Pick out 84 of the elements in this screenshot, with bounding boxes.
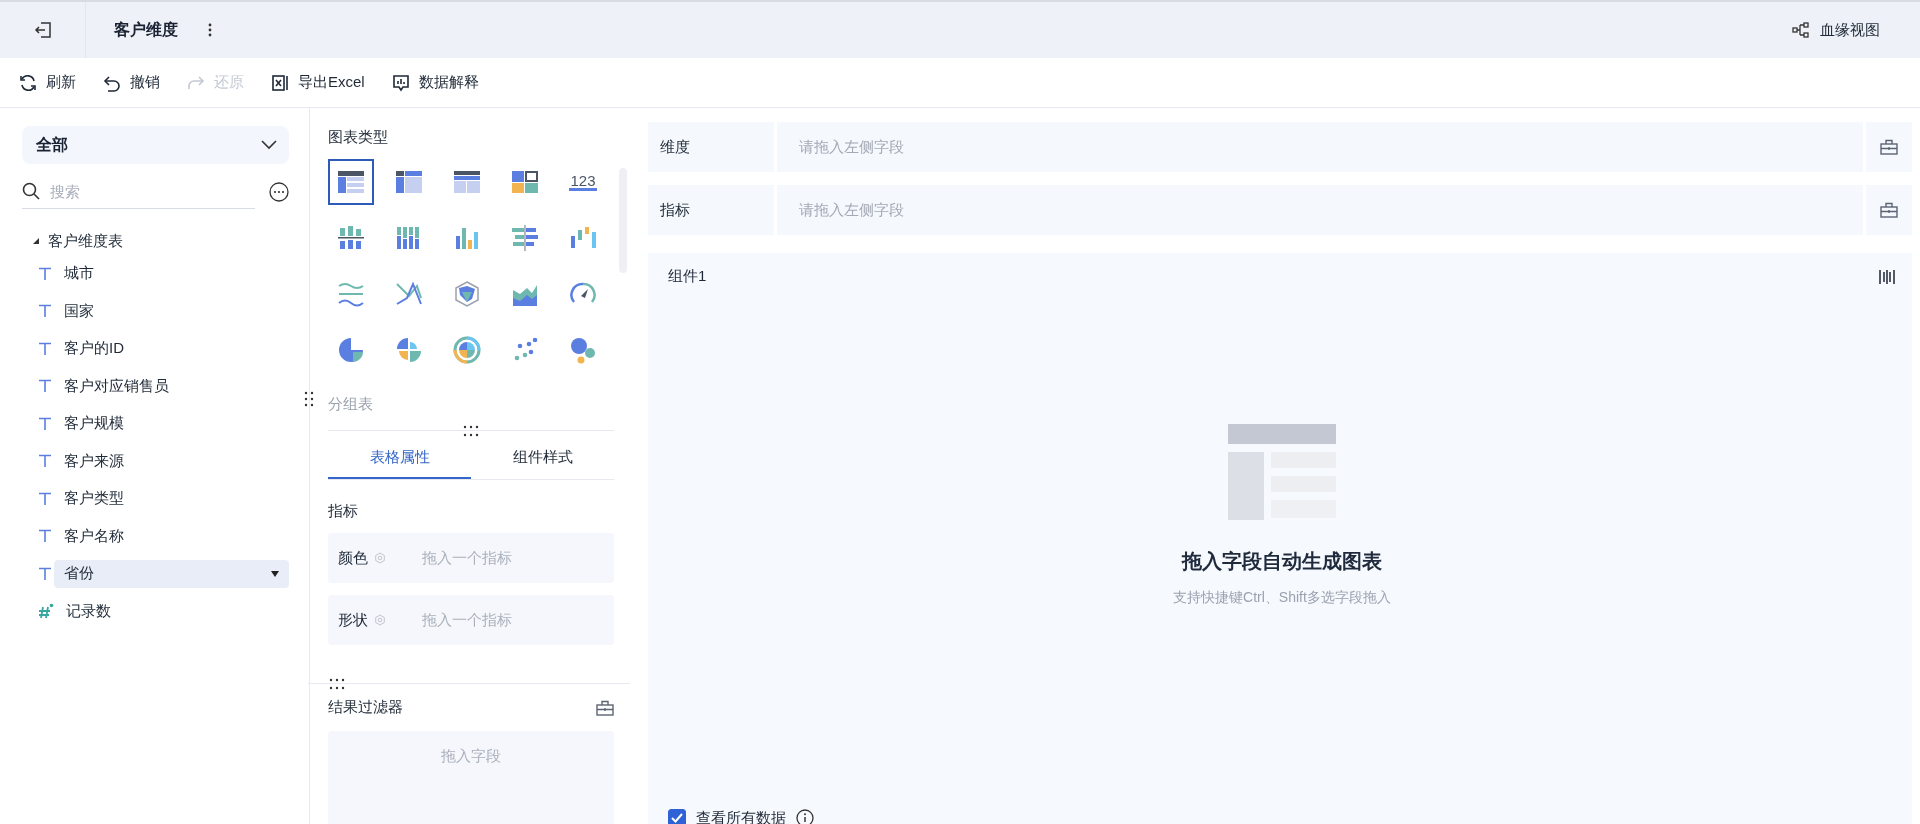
toolbox-icon xyxy=(1880,139,1898,155)
drop-slot[interactable]: 形状 拖入一个指标 xyxy=(328,595,614,645)
field-item[interactable]: 客户名称 xyxy=(54,522,289,551)
search-icon xyxy=(22,182,40,200)
chevron-down-icon xyxy=(261,140,277,150)
table-icon xyxy=(337,168,365,196)
bar-chart-icon xyxy=(511,224,539,252)
text-field-icon xyxy=(38,379,52,394)
toolbox-icon xyxy=(596,699,614,716)
field-item[interactable]: 客户类型 xyxy=(54,484,289,513)
sunburst-icon xyxy=(453,336,481,364)
more-icon[interactable] xyxy=(269,181,289,202)
treemap-icon xyxy=(511,168,539,196)
caret-icon xyxy=(271,570,279,577)
text-field-icon xyxy=(38,491,52,506)
lineage-icon xyxy=(1792,22,1810,38)
text-field-icon xyxy=(38,454,52,469)
more-icon xyxy=(208,23,212,37)
drag-handle-icon[interactable] xyxy=(303,390,315,408)
section-title: 图表类型 xyxy=(328,128,389,147)
field-item[interactable]: 城市 xyxy=(54,259,289,288)
lineage-view-button[interactable]: 血缘视图 xyxy=(1786,19,1886,41)
search-field[interactable]: 搜索 xyxy=(48,181,198,201)
drag-handle-icon[interactable] xyxy=(462,425,480,437)
excel-icon xyxy=(270,72,290,93)
field-item[interactable]: 省份 xyxy=(54,559,289,588)
tab[interactable]: 组件样式 xyxy=(471,437,614,479)
exit-icon xyxy=(33,21,52,39)
barcode-style-icon[interactable] xyxy=(1878,268,1896,285)
empty-state-title: 拖入字段自动生成图表 xyxy=(1182,549,1382,574)
line-chart-icon xyxy=(395,280,423,308)
pie-chart-icon xyxy=(337,336,365,364)
triangle-icon xyxy=(32,237,40,245)
shelf-tool-button[interactable] xyxy=(1866,185,1912,235)
toolbar-button[interactable]: 刷新 xyxy=(18,72,76,93)
rose-chart-icon xyxy=(395,336,423,364)
text-field-icon xyxy=(38,266,52,281)
field-item[interactable]: 客户规模 xyxy=(54,409,289,438)
text-field-icon xyxy=(38,416,52,431)
radar-chart-icon xyxy=(453,280,481,308)
toolbar-button[interactable]: 撤销 xyxy=(102,72,160,93)
refresh-icon xyxy=(18,72,38,93)
drop-slot[interactable]: 颜色 拖入一个指标 xyxy=(328,533,614,583)
field-item[interactable]: 客户的ID xyxy=(54,334,289,363)
text-field-icon xyxy=(38,304,52,319)
text-field-icon xyxy=(38,529,52,544)
bar-chart-icon xyxy=(337,224,365,252)
slot-label: 颜色 xyxy=(338,548,368,568)
tab[interactable]: 表格属性 xyxy=(328,437,471,479)
table-icon xyxy=(395,168,423,196)
table-icon xyxy=(453,168,481,196)
wave-lines-icon xyxy=(337,280,365,308)
text-field-icon xyxy=(38,341,52,356)
shelf-label: 指标 xyxy=(648,185,774,235)
section-title: 指标 xyxy=(328,502,359,521)
chart-bubble-icon xyxy=(390,72,411,93)
toolbar-button[interactable]: 导出Excel xyxy=(270,72,365,93)
checkbox-label: 查看所有数据 xyxy=(696,808,786,824)
checkbox[interactable] xyxy=(668,809,686,824)
component-title: 组件1 xyxy=(668,267,707,286)
field-item[interactable]: 客户来源 xyxy=(54,447,289,476)
scope-dropdown[interactable]: 全部 xyxy=(22,126,289,164)
section-title: 结果过滤器 xyxy=(328,698,403,717)
tree-group[interactable]: 客户维度表 xyxy=(22,227,289,255)
page-title: 客户维度 xyxy=(114,19,178,40)
number-field-icon xyxy=(38,603,54,620)
chart-type-button[interactable] xyxy=(328,159,374,205)
chart-type-button[interactable]: 123 xyxy=(560,159,606,205)
shelf-label: 维度 xyxy=(648,122,774,172)
toolbar-button[interactable]: 数据解释 xyxy=(390,72,479,93)
drag-handle-icon[interactable] xyxy=(328,678,346,690)
shelf-tool-button[interactable] xyxy=(1866,122,1912,172)
field-item[interactable]: 国家 xyxy=(54,297,289,326)
toolbox-icon xyxy=(1880,202,1898,218)
info-icon[interactable] xyxy=(796,809,814,824)
slot-label: 形状 xyxy=(338,610,368,630)
empty-state-hint: 支持快捷键Ctrl、Shift多选字段拖入 xyxy=(1173,589,1391,607)
field-item[interactable]: 记录数 xyxy=(56,597,289,626)
field-item[interactable]: 客户对应销售员 xyxy=(54,372,289,401)
chart-type-name: 分组表 xyxy=(328,395,374,414)
slot-placeholder: 拖入一个指标 xyxy=(422,548,512,568)
slot-placeholder: 拖入一个指标 xyxy=(422,610,512,630)
bubble-chart-icon xyxy=(569,336,597,364)
text-field-icon xyxy=(38,566,52,581)
